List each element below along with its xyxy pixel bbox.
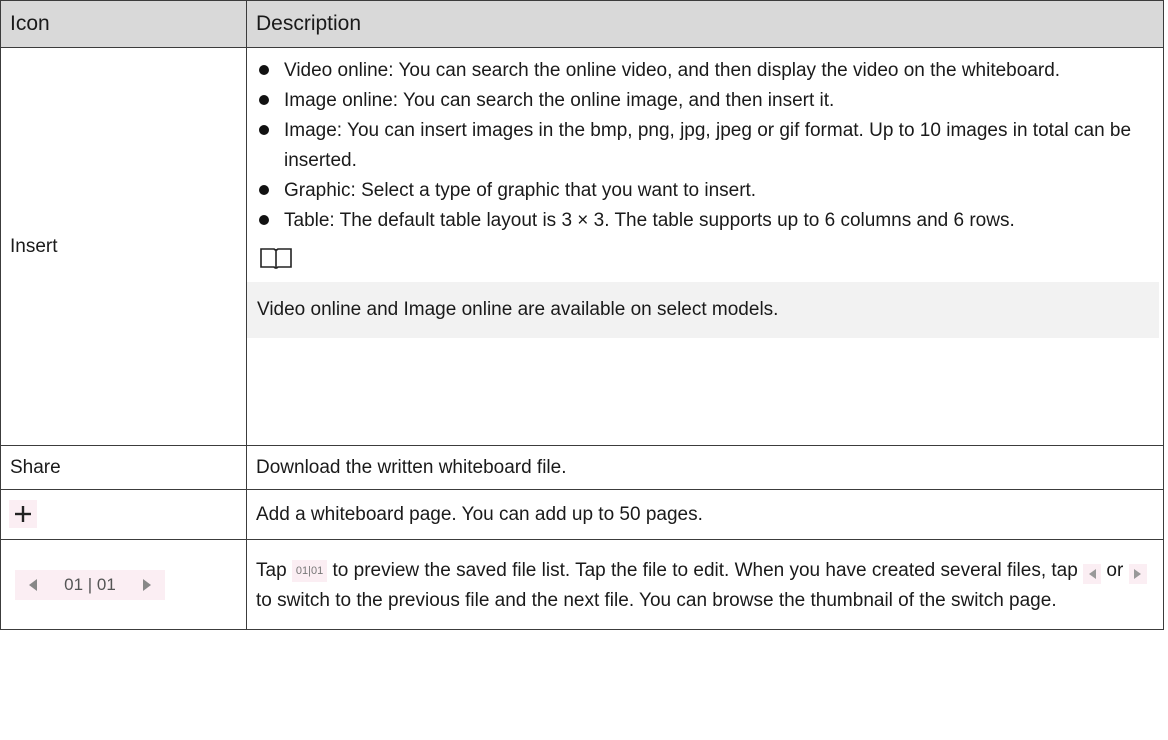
- next-triangle-inline-icon: [1128, 563, 1147, 584]
- bullet-graphic: Graphic: Select a type of graphic that y…: [247, 176, 1153, 206]
- table-row-add-page: Add a whiteboard page. You can add up to…: [0, 489, 1164, 540]
- description-cell-insert: Video online: You can search the online …: [246, 47, 1164, 446]
- book-icon: [260, 248, 292, 269]
- share-description: Download the written whiteboard file.: [256, 456, 567, 478]
- insert-label: Insert: [10, 235, 58, 257]
- bullet-image: Image: You can insert images in the bmp,…: [247, 116, 1153, 176]
- description-cell-add-page: Add a whiteboard page. You can add up to…: [246, 489, 1164, 540]
- page-counter: 01 | 01: [64, 574, 116, 594]
- bullet-table: Table: The default table layout is 3 × 3…: [247, 206, 1153, 236]
- table-header-row: Icon Description: [0, 0, 1164, 48]
- icon-cell-insert: Insert: [0, 47, 247, 446]
- previous-triangle-inline-icon: [1083, 563, 1102, 584]
- add-page-description: Add a whiteboard page. You can add up to…: [256, 503, 703, 525]
- page-switch-description: Tap 01|01 to preview the saved file list…: [247, 552, 1163, 618]
- icon-cell-share: Share: [0, 445, 247, 490]
- page-switcher: 01 | 01: [15, 569, 165, 600]
- header-description: Description: [246, 0, 1164, 48]
- page-counter-inline-icon: 01|01: [291, 559, 328, 582]
- description-cell-page-switch: Tap 01|01 to preview the saved file list…: [246, 539, 1164, 630]
- header-icon: Icon: [0, 0, 247, 48]
- table-row-insert: Insert Video online: You can search the …: [0, 47, 1164, 446]
- next-triangle-icon: [143, 578, 152, 591]
- insert-bullet-list: Video online: You can search the online …: [247, 56, 1163, 236]
- share-label: Share: [10, 456, 61, 478]
- table-row-page-switch: 01 | 01 Tap 01|01 to preview the saved f…: [0, 539, 1164, 630]
- note-text: Video online and Image online are availa…: [247, 282, 1159, 338]
- icon-description-table: Icon Description Insert Video online: Yo…: [0, 0, 1164, 630]
- icon-cell-add-page: [0, 489, 247, 540]
- description-cell-share: Download the written whiteboard file.: [246, 445, 1164, 490]
- icon-cell-page-switch: 01 | 01: [0, 539, 247, 630]
- table-row-share: Share Download the written whiteboard fi…: [0, 445, 1164, 490]
- bullet-video-online: Video online: You can search the online …: [247, 56, 1153, 86]
- previous-triangle-icon: [28, 578, 37, 591]
- plus-icon: [9, 500, 37, 528]
- bullet-image-online: Image online: You can search the online …: [247, 86, 1153, 116]
